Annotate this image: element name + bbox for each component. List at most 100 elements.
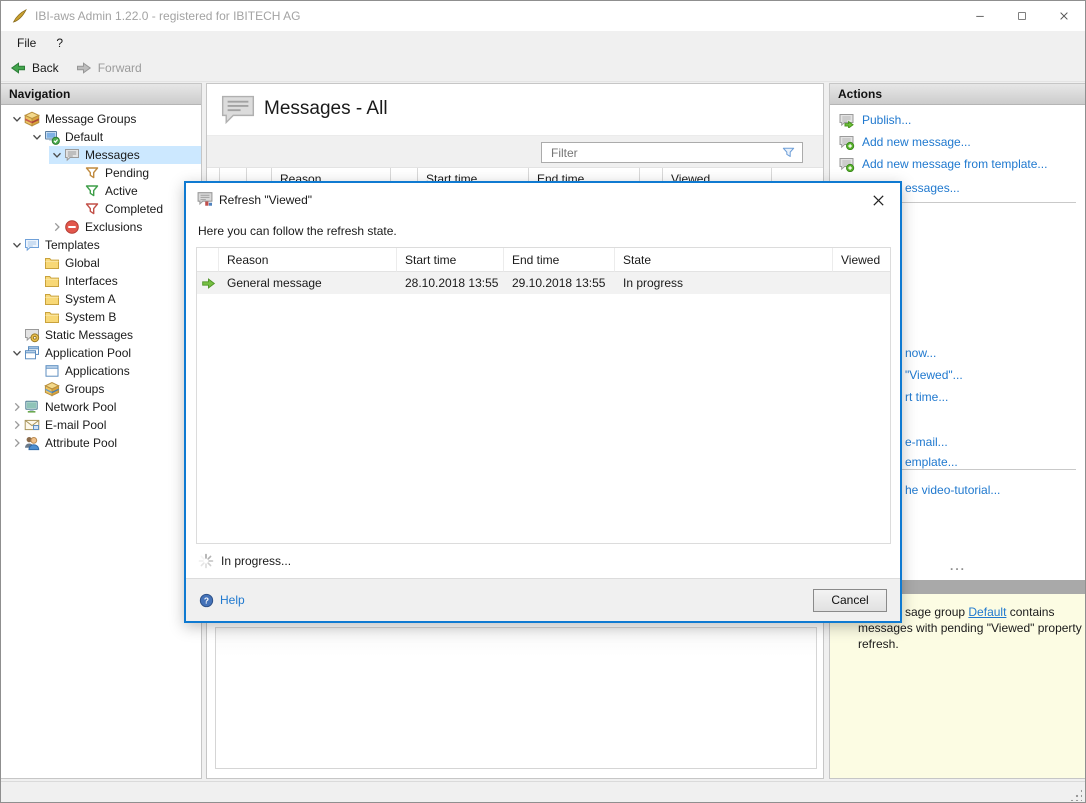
forward-button[interactable]: Forward bbox=[67, 54, 150, 81]
sidebar-item-default[interactable]: Default bbox=[29, 128, 201, 146]
chevron-right-icon[interactable] bbox=[9, 400, 24, 414]
menu-item-file[interactable]: File bbox=[1, 31, 46, 54]
resize-grip[interactable] bbox=[1070, 789, 1082, 801]
action-add-new-message-from-template[interactable]: Add new message from template... bbox=[838, 154, 1047, 174]
back-button[interactable]: Back bbox=[1, 54, 67, 81]
column-header-end-time[interactable]: End time bbox=[504, 248, 615, 272]
sidebar-item-system-b[interactable]: System B bbox=[29, 308, 201, 326]
filter-funnel-icon[interactable] bbox=[781, 145, 796, 160]
sidebar-item-label: E-mail Pool bbox=[45, 418, 106, 432]
row-state-icon-cell bbox=[197, 272, 219, 294]
forward-label: Forward bbox=[98, 61, 142, 75]
sidebar-item-label: Attribute Pool bbox=[45, 436, 117, 450]
help-label: Help bbox=[220, 593, 245, 607]
window-title: IBI-aws Admin 1.22.0 - registered for IB… bbox=[35, 1, 300, 31]
column-header-state[interactable]: State bbox=[615, 248, 833, 272]
action-publish[interactable]: Publish... bbox=[838, 110, 911, 130]
filter-pending-icon bbox=[84, 165, 100, 181]
filter-bar bbox=[207, 135, 823, 168]
folder-icon bbox=[44, 291, 60, 307]
actions-header: Actions bbox=[830, 84, 1086, 105]
sidebar-item-message-groups[interactable]: Message Groups bbox=[9, 110, 201, 128]
cancel-button[interactable]: Cancel bbox=[813, 589, 887, 612]
sidebar-item-label: System B bbox=[65, 310, 116, 324]
action-fragment[interactable]: emplate... bbox=[905, 455, 958, 471]
sidebar-item-application-pool[interactable]: Application Pool bbox=[9, 344, 201, 362]
sidebar-item-completed[interactable]: Completed bbox=[69, 200, 201, 218]
info-line-3: refresh. bbox=[858, 637, 899, 651]
action-fragment[interactable]: "Viewed"... bbox=[905, 368, 963, 384]
dialog-status: In progress... bbox=[198, 553, 291, 569]
sidebar-item-exclusions[interactable]: Exclusions bbox=[49, 218, 201, 236]
maximize-button[interactable] bbox=[1001, 1, 1043, 31]
cell-viewed bbox=[833, 272, 890, 294]
action-label: Add new message from template... bbox=[862, 157, 1047, 171]
static-messages-icon bbox=[24, 327, 40, 343]
folder-icon bbox=[44, 309, 60, 325]
sidebar-item-label: Pending bbox=[105, 166, 149, 180]
action-add-new-message[interactable]: Add new message... bbox=[838, 132, 971, 152]
applications-icon bbox=[44, 363, 60, 379]
chevron-right-icon[interactable] bbox=[9, 436, 24, 450]
dialog-table-header: ReasonStart timeEnd timeStateViewed bbox=[197, 248, 890, 272]
sidebar-item-global[interactable]: Global bbox=[29, 254, 201, 272]
sidebar-item-system-a[interactable]: System A bbox=[29, 290, 201, 308]
add-message-icon bbox=[838, 134, 855, 150]
sidebar-item-messages[interactable]: Messages bbox=[49, 146, 201, 164]
messages-large-icon bbox=[219, 93, 257, 126]
chevron-down-icon[interactable] bbox=[49, 148, 64, 162]
dialog-footer: ? Help Cancel bbox=[186, 578, 900, 621]
info-line-2: messages with pending "Viewed" property bbox=[858, 621, 1082, 635]
action-fragment[interactable]: e-mail... bbox=[905, 435, 948, 451]
chevron-down-icon[interactable] bbox=[9, 346, 24, 360]
filter-input[interactable] bbox=[542, 146, 781, 160]
sidebar-item-applications[interactable]: Applications bbox=[29, 362, 201, 380]
dialog-close-icon[interactable] bbox=[868, 190, 888, 210]
sidebar-item-active[interactable]: Active bbox=[69, 182, 201, 200]
action-fragment[interactable]: rt time... bbox=[905, 390, 948, 406]
title-bar: IBI-aws Admin 1.22.0 - registered for IB… bbox=[1, 1, 1085, 32]
attribute-pool-icon bbox=[24, 435, 40, 451]
sidebar-item-static-messages[interactable]: Static Messages bbox=[9, 326, 201, 344]
navigation-header: Navigation bbox=[1, 84, 201, 105]
chevron-down-icon[interactable] bbox=[9, 112, 24, 126]
table-row[interactable]: General message28.10.2018 13:5529.10.201… bbox=[197, 272, 890, 294]
chevron-down-icon[interactable] bbox=[29, 130, 44, 144]
cell-start-time: 28.10.2018 13:55 bbox=[397, 272, 504, 294]
chevron-down-icon[interactable] bbox=[9, 238, 24, 252]
dialog-subtitle: Here you can follow the refresh state. bbox=[198, 224, 397, 238]
default-group-icon bbox=[44, 129, 60, 145]
sidebar-item-label: Network Pool bbox=[45, 400, 116, 414]
chevron-right-icon[interactable] bbox=[49, 220, 64, 234]
menu-item-help[interactable]: ? bbox=[46, 31, 73, 54]
column-header-viewed[interactable]: Viewed bbox=[833, 248, 890, 272]
column-header-start-time[interactable]: Start time bbox=[397, 248, 504, 272]
sidebar-item-network-pool[interactable]: Network Pool bbox=[9, 398, 201, 416]
default-group-link[interactable]: Default bbox=[968, 605, 1006, 619]
sidebar-item-pending[interactable]: Pending bbox=[69, 164, 201, 182]
action-fragment[interactable]: he video-tutorial... bbox=[905, 483, 1000, 499]
navigation-panel: Navigation Message Groups Default Messages… bbox=[1, 83, 202, 779]
chevron-right-icon[interactable] bbox=[9, 418, 24, 432]
action-fragment[interactable]: now... bbox=[905, 346, 936, 362]
action-fragment[interactable]: essages... bbox=[905, 181, 960, 197]
minimize-button[interactable] bbox=[959, 1, 1001, 31]
folder-icon bbox=[44, 273, 60, 289]
spinner-icon bbox=[198, 553, 214, 569]
sidebar-item-e-mail-pool[interactable]: E-mail Pool bbox=[9, 416, 201, 434]
sidebar-item-label: Applications bbox=[65, 364, 130, 378]
refresh-message-icon bbox=[196, 190, 214, 207]
dialog-title: Refresh "Viewed" bbox=[219, 193, 312, 207]
help-link[interactable]: ? Help bbox=[199, 593, 245, 608]
sidebar-item-label: Messages bbox=[85, 148, 140, 162]
column-header-reason[interactable]: Reason bbox=[219, 248, 397, 272]
sidebar-item-templates[interactable]: Templates bbox=[9, 236, 201, 254]
sidebar-item-groups[interactable]: Groups bbox=[29, 380, 201, 398]
action-label: Add new message... bbox=[862, 135, 971, 149]
close-button[interactable] bbox=[1043, 1, 1085, 31]
status-text: In progress... bbox=[221, 554, 291, 568]
sidebar-item-attribute-pool[interactable]: Attribute Pool bbox=[9, 434, 201, 452]
messages-icon bbox=[64, 147, 80, 163]
sidebar-item-interfaces[interactable]: Interfaces bbox=[29, 272, 201, 290]
sidebar-item-label: Default bbox=[65, 130, 103, 144]
